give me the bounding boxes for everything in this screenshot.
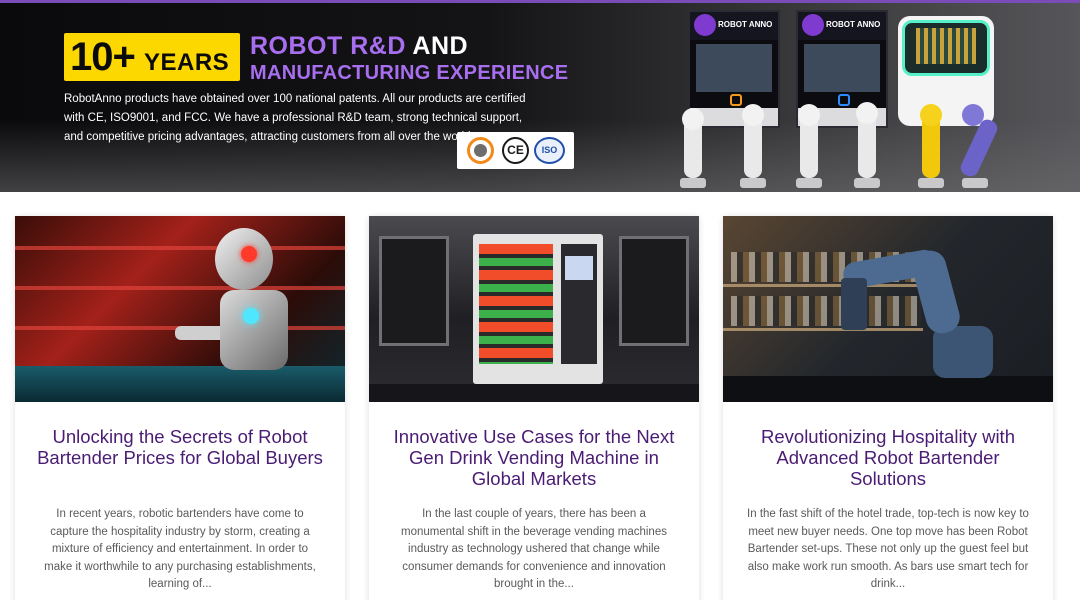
robot-arm-photo[interactable]: [723, 216, 1053, 402]
article-title-2[interactable]: Innovative Use Cases for the Next Gen Dr…: [389, 426, 679, 489]
hero-headline-line2: MANUFACTURING EXPERIENCE: [250, 62, 569, 84]
hero-banner: 10+ YEARS ROBOT R&D AND MANUFACTURING EX…: [0, 0, 1080, 192]
certifications-box: CE ISO: [457, 132, 574, 169]
vending-machine-1-image: ROBOT ANNO: [688, 10, 780, 128]
sgs-certification-icon: [467, 137, 494, 164]
hero-headline-purple: ROBOT R&D: [250, 32, 406, 60]
hero-top-accent: [0, 0, 1080, 3]
article-excerpt-2: In the last couple of years, there has b…: [401, 508, 667, 590]
vending-machine-photo[interactable]: [369, 216, 699, 402]
article-title-1[interactable]: Unlocking the Secrets of Robot Bartender…: [35, 426, 325, 468]
years-word: YEARS: [144, 49, 230, 76]
article-card-3[interactable]: Revolutionizing Hospitality with Advance…: [723, 216, 1053, 600]
article-card-1[interactable]: Unlocking the Secrets of Robot Bartender…: [15, 216, 345, 600]
article-card-2[interactable]: Innovative Use Cases for the Next Gen Dr…: [369, 216, 699, 600]
article-excerpt-1: In recent years, robotic bartenders have…: [44, 508, 316, 590]
article-excerpt-3: In the fast shift of the hotel trade, to…: [747, 508, 1029, 590]
robotanno-logo-icon: [694, 14, 716, 36]
robot-bartender-photo[interactable]: [15, 216, 345, 402]
article-title-3[interactable]: Revolutionizing Hospitality with Advance…: [743, 426, 1033, 489]
robotanno-logo-icon: [802, 14, 824, 36]
years-number: 10+: [70, 35, 136, 79]
years-badge: 10+ YEARS: [64, 33, 240, 81]
machine-brand-1: ROBOT ANNO: [718, 20, 773, 29]
machine-brand-2: ROBOT ANNO: [826, 20, 881, 29]
ce-certification-icon: CE: [502, 137, 529, 164]
hero-headline: ROBOT R&D AND: [250, 30, 468, 62]
iso-certification-icon: ISO: [534, 137, 565, 164]
hero-headline-white: AND: [412, 32, 469, 60]
